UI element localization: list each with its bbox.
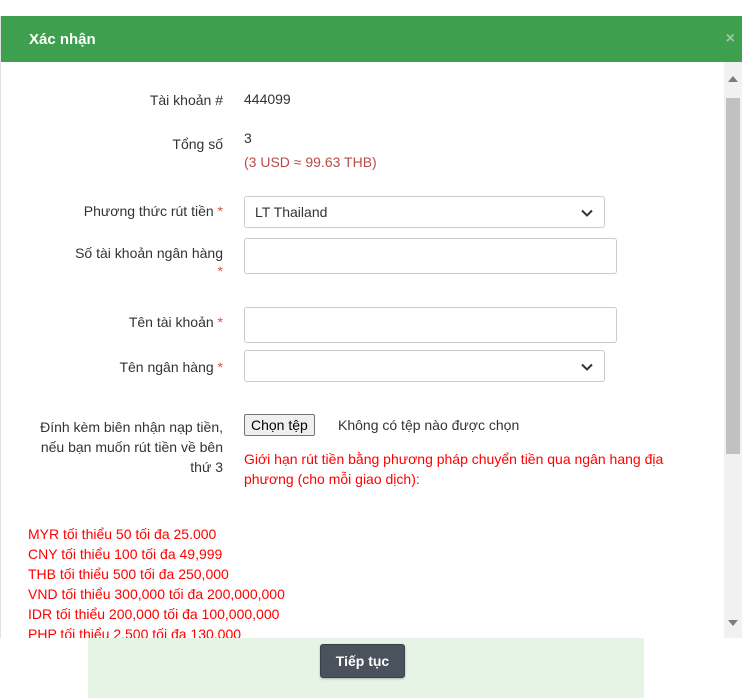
attach-label: Đính kèm biên nhận nạp tiền, nếu bạn muố… bbox=[40, 419, 223, 475]
scroll-up-arrow-icon[interactable] bbox=[728, 76, 738, 82]
account-value: 444099 bbox=[244, 91, 291, 107]
bank-name-label-text: Tên ngân hàng bbox=[119, 359, 214, 375]
required-mark: * bbox=[217, 314, 223, 330]
close-icon[interactable]: × bbox=[726, 30, 735, 48]
limit-item: MYR tối thiểu 50 tối đa 25.000 bbox=[28, 526, 217, 542]
dialog-footer: Tiếp tục bbox=[88, 638, 644, 698]
method-select[interactable]: LT Thailand bbox=[244, 196, 605, 228]
total-value: 3 bbox=[244, 130, 252, 146]
account-name-label: Tên tài khoản * bbox=[129, 313, 223, 331]
limit-item: PHP tối thiểu 2,500 tối đa 130,000 bbox=[28, 626, 242, 638]
scrollbar-thumb[interactable] bbox=[726, 98, 740, 454]
account-name-input[interactable] bbox=[244, 307, 617, 343]
background-page-strip bbox=[0, 0, 742, 16]
dialog-title: Xác nhận bbox=[29, 30, 96, 48]
limits-list: MYR tối thiểu 50 tối đa 25.000 CNY tối t… bbox=[28, 524, 285, 638]
limit-item: CNY tối thiểu 100 tối đa 49,999 bbox=[28, 546, 223, 562]
vertical-scrollbar[interactable] bbox=[724, 62, 742, 638]
bank-account-input[interactable] bbox=[244, 238, 617, 274]
bank-account-label: Số tài khoản ngân hàng * bbox=[23, 244, 223, 280]
limit-item: IDR tối thiểu 200,000 tối đa 100,000,000 bbox=[28, 606, 280, 622]
dialog-header: Xác nhận × bbox=[1, 16, 742, 62]
required-mark: * bbox=[217, 263, 223, 279]
continue-button[interactable]: Tiếp tục bbox=[320, 644, 405, 678]
choose-file-button[interactable]: Chọn tệp bbox=[244, 414, 315, 436]
bank-account-label-text: Số tài khoản ngân hàng bbox=[75, 245, 223, 261]
required-mark: * bbox=[217, 203, 223, 219]
conversion-note: (3 USD ≈ 99.63 THB) bbox=[244, 154, 377, 170]
chevron-down-icon bbox=[581, 363, 593, 371]
method-label-text: Phương thức rút tiền bbox=[83, 203, 214, 219]
dialog-body[interactable]: Tài khoản # 444099 Tổng số 3 (3 USD ≈ 99… bbox=[1, 62, 725, 638]
confirmation-dialog: Xác nhận × Tài khoản # 444099 Tổng số 3 … bbox=[0, 16, 742, 638]
method-selected-value: LT Thailand bbox=[255, 204, 328, 220]
required-mark: * bbox=[217, 359, 223, 375]
total-label: Tổng số bbox=[172, 136, 223, 152]
limit-item: THB tối thiểu 500 tối đa 250,000 bbox=[28, 566, 229, 582]
scroll-down-arrow-icon[interactable] bbox=[728, 620, 738, 626]
chevron-down-icon bbox=[581, 209, 593, 217]
bank-name-select[interactable] bbox=[244, 350, 605, 382]
account-label: Tài khoản # bbox=[149, 92, 223, 108]
method-label: Phương thức rút tiền * bbox=[84, 202, 223, 220]
limit-item: VND tối thiểu 300,000 tối đa 200,000,000 bbox=[28, 586, 285, 602]
limit-intro-text: Giới hạn rút tiền bằng phương pháp chuyể… bbox=[244, 451, 664, 487]
file-status-text: Không có tệp nào được chọn bbox=[338, 417, 520, 433]
account-name-label-text: Tên tài khoản bbox=[128, 314, 214, 330]
bank-name-label: Tên ngân hàng * bbox=[119, 358, 223, 376]
